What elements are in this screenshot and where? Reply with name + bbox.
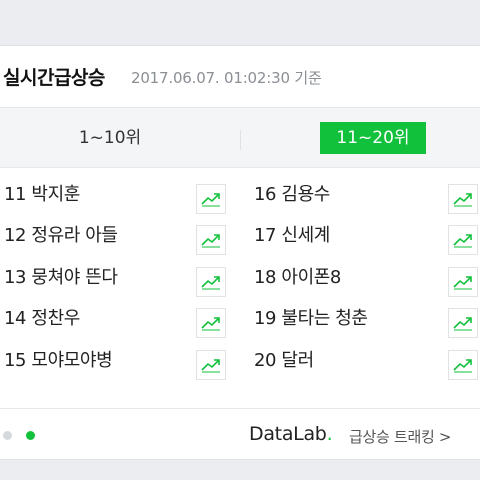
- datalab-logo[interactable]: DataLab.: [249, 423, 333, 445]
- card-footer: DataLab. 급상승 트래킹 >: [0, 408, 480, 460]
- card-title: 실시간급상승: [3, 67, 105, 89]
- rank-item[interactable]: 20 달러: [253, 334, 480, 380]
- datalab-brand: DataLab: [249, 423, 327, 445]
- rank-keyword[interactable]: 17 신세계: [254, 221, 330, 247]
- rank-item[interactable]: 19 불타는 청춘: [253, 292, 480, 339]
- rank-keyword[interactable]: 13 뭉쳐야 뜬다: [4, 263, 118, 289]
- rank-item[interactable]: 18 아이폰8: [253, 251, 480, 297]
- rank-keyword[interactable]: 15 모야모야병: [4, 346, 113, 372]
- rank-keyword[interactable]: 14 정찬우: [4, 304, 80, 330]
- page-indicator-dot[interactable]: [3, 431, 12, 440]
- trend-chart-icon[interactable]: [196, 349, 226, 380]
- rank-keyword[interactable]: 16 김용수: [254, 180, 330, 206]
- timestamp: 2017.06.07. 01:02:30 기준: [131, 69, 322, 87]
- rank-list-right: 16 김용수 17 신세계 18 아이폰8 19 불타는 청춘 20 달러: [253, 168, 480, 380]
- rank-item[interactable]: 15 모야모야병: [0, 334, 240, 380]
- rank-keyword[interactable]: 11 박지훈: [4, 180, 80, 206]
- page-indicator-dot-active[interactable]: [26, 431, 35, 440]
- rank-list-left: 11 박지훈 12 정유라 아들 13 뭉쳐야 뜬다 14 정찬우 15 모야모…: [0, 168, 240, 380]
- realtime-trending-card: 실시간급상승 2017.06.07. 01:02:30 기준 1~10위 11~…: [0, 45, 480, 460]
- rank-item[interactable]: 16 김용수: [253, 168, 480, 214]
- trending-tracking-link[interactable]: 급상승 트래킹 >: [349, 426, 452, 447]
- rank-item[interactable]: 12 정유라 아들: [0, 209, 240, 256]
- rank-range-tabs: 1~10위 11~20위: [0, 108, 480, 168]
- trend-chart-icon[interactable]: [448, 349, 478, 380]
- rank-item[interactable]: 17 신세계: [253, 209, 480, 256]
- rank-keyword[interactable]: 18 아이폰8: [254, 263, 341, 289]
- card-header: 실시간급상승 2017.06.07. 01:02:30 기준: [0, 46, 480, 108]
- tab-rank-1-10[interactable]: 1~10위: [50, 122, 170, 154]
- rank-keyword[interactable]: 19 불타는 청춘: [254, 304, 368, 330]
- rank-item[interactable]: 11 박지훈: [0, 168, 240, 214]
- tab-divider: [240, 130, 241, 150]
- rank-keyword[interactable]: 20 달러: [254, 346, 314, 372]
- rank-keyword[interactable]: 12 정유라 아들: [4, 221, 118, 247]
- tab-rank-11-20[interactable]: 11~20위: [320, 122, 426, 154]
- rank-item[interactable]: 14 정찬우: [0, 292, 240, 339]
- datalab-brand-dot: .: [326, 423, 333, 445]
- rank-item[interactable]: 13 뭉쳐야 뜬다: [0, 251, 240, 297]
